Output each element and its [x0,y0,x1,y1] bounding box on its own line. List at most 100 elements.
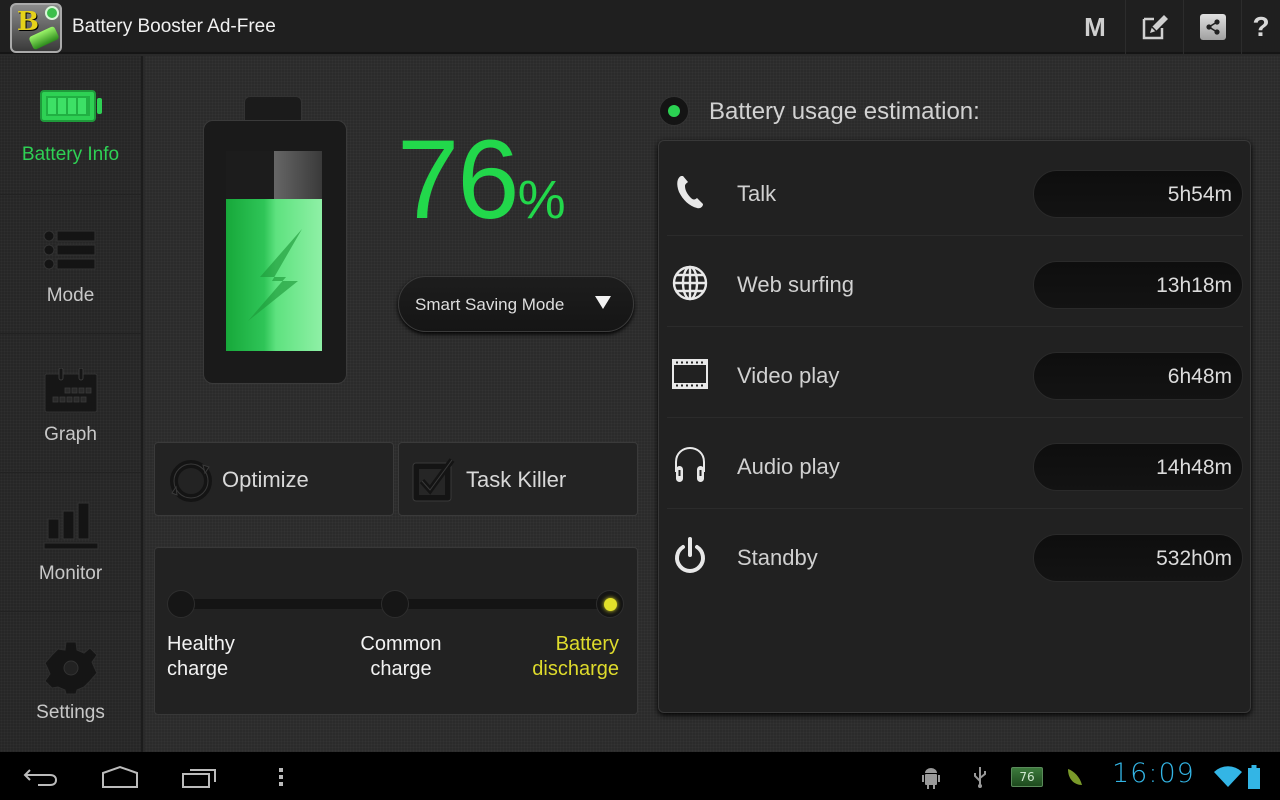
charge-stage-discharge [596,590,624,618]
refresh-cycle-icon [170,460,212,502]
bar-chart-icon [0,501,141,550]
wifi-icon [1214,766,1242,787]
estimation-row-value-text: 532h0m [1156,547,1232,570]
battery-empty-area [226,151,322,199]
status-clock: 16:09 [1112,758,1195,789]
share-button[interactable] [1183,0,1241,54]
estimation-row-standby: Standby 532h0m [667,509,1243,600]
estimation-row-value: 14h48m [1033,443,1243,491]
battery-graphic [203,96,349,386]
back-icon [23,769,58,786]
mode-dropdown-value: Smart Saving Mode [415,295,565,314]
charge-stage-label-line: charge [167,658,229,680]
battery-body [203,120,347,384]
estimation-row-name: Web surfing [737,272,854,297]
list-icon [0,229,141,273]
gear-icon [0,640,141,695]
home-icon [102,765,138,788]
charge-stage-label-line: charge [370,658,432,680]
battery-notification-icon: 76 [1011,767,1043,787]
estimation-row-value-text: 6h48m [1167,365,1232,388]
estimation-row-web: Web surfing 13h18m [667,236,1243,327]
app-logo[interactable]: B [10,3,62,53]
m-button[interactable]: M [1066,0,1124,54]
charge-stage-common [381,590,409,618]
sidebar-item-monitor[interactable]: Monitor [0,473,141,612]
status-indicator-icon [659,96,689,126]
sidebar-item-battery-info[interactable]: Battery Info [0,56,141,195]
action-bar: B Battery Booster Ad-Free M ? [0,0,1280,54]
battery-notification-value: 76 [1019,770,1035,784]
charge-stage-label-line: discharge [532,658,619,680]
task-killer-label: Task Killer [466,467,567,492]
recent-apps-icon [182,769,216,788]
help-button[interactable]: ? [1241,0,1280,54]
charge-stage-label: Healthy charge [167,632,235,682]
sidebar-item-label: Mode [46,285,95,306]
estimation-row-value: 13h18m [1033,261,1243,309]
power-icon [671,537,709,575]
dropdown-arrow-icon [595,296,611,309]
usb-notification[interactable] [968,760,992,794]
sidebar-item-mode[interactable]: Mode [0,195,141,334]
charge-stage-label: Common charge [345,632,457,682]
estimation-row-value-text: 5h54m [1167,183,1232,206]
lightning-bolt-icon [248,229,302,321]
app-logo-letter: B [17,7,39,37]
estimation-row-value-text: 14h48m [1156,456,1232,479]
home-button[interactable] [98,760,142,794]
checkbox-icon [412,458,455,502]
charge-stage-healthy [167,590,195,618]
battery-percentage: 76% [397,124,566,236]
charge-stage-label-active: Battery discharge [532,632,619,682]
overflow-menu-button[interactable] [272,760,290,794]
globe-icon [671,264,709,302]
sidebar-item-label: Battery Info [21,144,120,165]
charge-stage-label-line: Battery [555,633,619,655]
charge-stage-label-line: Healthy [167,633,235,655]
estimation-title: Battery usage estimation: [709,98,980,125]
charge-state-panel: Healthy charge Common charge Battery dis… [154,547,638,715]
percent-sign: % [517,170,566,230]
estimation-row-name: Standby [737,545,818,570]
mode-dropdown[interactable]: Smart Saving Mode [398,276,634,332]
battery-percentage-value: 76 [397,117,520,242]
headphones-icon [671,446,709,484]
android-debug-notification[interactable] [918,760,944,794]
estimation-row-value: 5h54m [1033,170,1243,218]
leaf-icon [1068,769,1082,785]
battery-status [1246,760,1262,794]
estimation-row-video: Video play 6h48m [667,327,1243,418]
sidebar-item-label: Settings [36,702,105,723]
recent-apps-button[interactable] [180,760,220,794]
optimize-label: Optimize [222,467,309,492]
edit-icon [1142,15,1168,40]
task-killer-button[interactable]: Task Killer [398,442,638,516]
sidebar: Battery Info Mode Graph Monitor Settings [0,56,143,752]
estimation-row-name: Audio play [737,454,840,479]
estimation-row-name: Video play [737,363,840,388]
charge-stage-label-line: Common [360,633,442,655]
wifi-status [1214,760,1242,794]
sidebar-item-graph[interactable]: Graph [0,334,141,473]
system-navigation-bar: 76 [0,752,1280,800]
estimation-panel: Talk 5h54m Web surfing 13h18m Video play… [658,140,1251,713]
battery-level-fill [226,199,322,351]
battery-icon [0,88,141,132]
edit-button[interactable] [1125,0,1183,54]
app-title: Battery Booster Ad-Free [72,16,276,37]
back-button[interactable] [20,760,60,794]
refresh-badge-icon [45,6,59,20]
estimation-row-name: Talk [737,181,777,206]
battery-notification[interactable]: 76 [1010,760,1044,794]
phone-icon [671,173,709,211]
leaf-notification[interactable] [1064,760,1086,794]
estimation-row-talk: Talk 5h54m [667,145,1243,236]
overflow-menu-icon [279,768,283,786]
app-root: B Battery Booster Ad-Free M ? Battery In… [0,0,1280,800]
sidebar-item-settings[interactable]: Settings [0,612,141,751]
estimation-row-value-text: 13h18m [1156,274,1232,297]
optimize-button[interactable]: Optimize [154,442,394,516]
sidebar-item-label: Graph [44,424,97,445]
calendar-icon [0,368,141,413]
